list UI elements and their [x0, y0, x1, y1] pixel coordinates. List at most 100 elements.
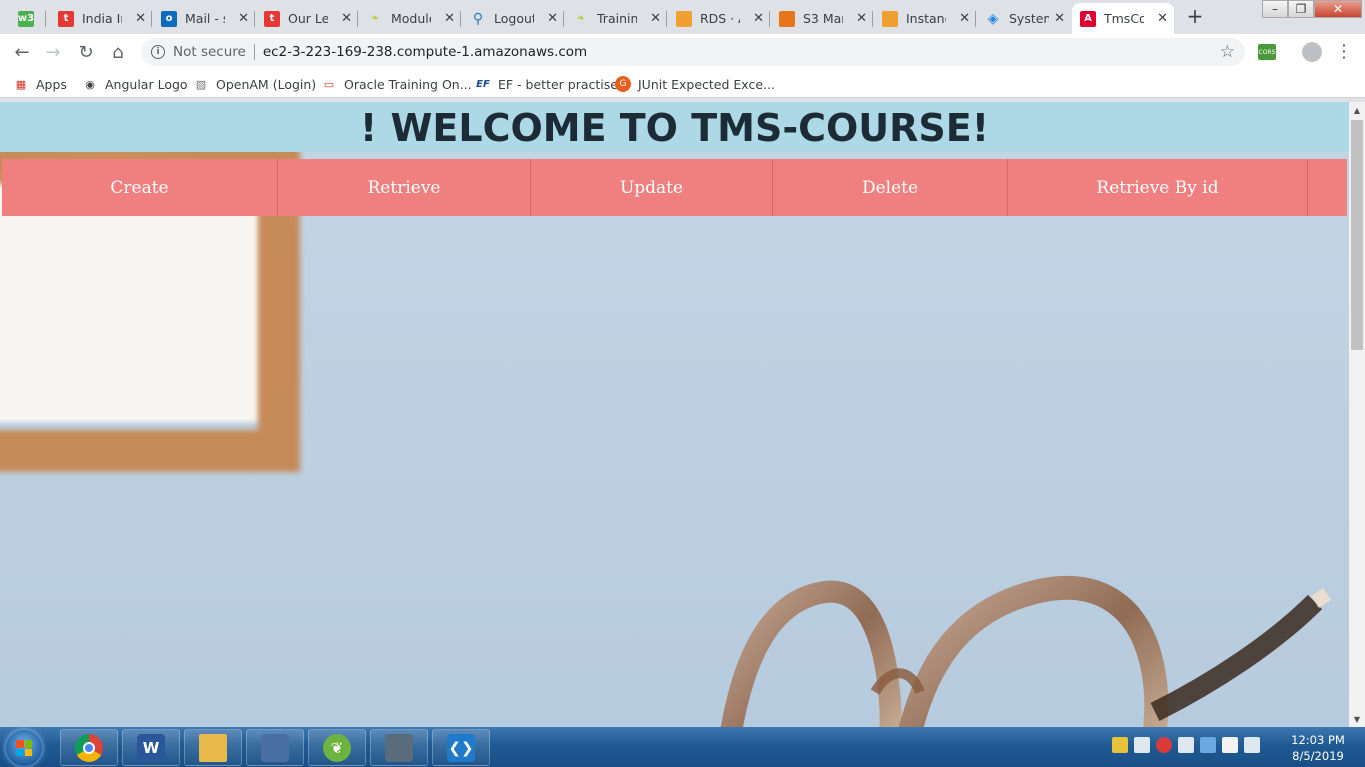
bookmark-star-icon[interactable]: ☆	[1220, 42, 1235, 62]
taskbar-vscode[interactable]: ❮❯	[432, 729, 490, 766]
tab-s3[interactable]: S3 Man ✕	[771, 3, 873, 34]
close-icon[interactable]: ✕	[753, 11, 764, 26]
tab-logout[interactable]: ⚲ Logout ✕	[462, 3, 564, 34]
network-tool-icon	[261, 733, 289, 762]
menu-create[interactable]: Create	[2, 159, 278, 216]
close-icon[interactable]: ✕	[856, 11, 867, 26]
menu-delete[interactable]: Delete	[773, 159, 1008, 216]
start-button[interactable]	[6, 730, 42, 766]
cors-extension-label: CORS	[1258, 48, 1276, 56]
taskbar-lock-tool[interactable]	[370, 729, 428, 766]
bookmark-junit[interactable]: G JUnit Expected Exce...	[615, 75, 775, 93]
close-window-button[interactable]: ✕	[1314, 0, 1362, 18]
tab-separator	[975, 11, 976, 27]
shield-icon[interactable]	[1112, 737, 1128, 753]
bookmark-oracle[interactable]: ▭ Oracle Training On...	[321, 75, 472, 93]
page-title: ! WELCOME TO TMS-COURSE!	[0, 102, 1349, 152]
home-button[interactable]: ⌂	[106, 40, 130, 64]
menu-retrieve-by-id[interactable]: Retrieve By id	[1008, 159, 1308, 216]
bookmark-apps[interactable]: ▦ Apps	[13, 75, 67, 93]
minimize-button[interactable]: –	[1262, 0, 1288, 18]
tab-instances[interactable]: Instanc ✕	[874, 3, 976, 34]
tab-separator	[563, 11, 564, 27]
more-menu-icon[interactable]: ⋮	[1335, 41, 1353, 62]
tab-our-le[interactable]: t Our Le ✕	[256, 3, 358, 34]
chrome-icon	[75, 733, 103, 762]
tab-separator	[357, 11, 358, 27]
reload-button[interactable]: ↻	[74, 40, 98, 64]
aws-cube-icon	[676, 10, 692, 27]
outlook-icon: o	[161, 10, 177, 27]
tab-system[interactable]: ◈ System ✕	[977, 3, 1071, 34]
menu-retrieve[interactable]: Retrieve	[278, 159, 531, 216]
scrollbar-thumb[interactable]	[1351, 120, 1363, 350]
taskbar-spring-tool-suite[interactable]: ❦	[308, 729, 366, 766]
windows-taskbar: W ❦ ❮❯ 12:03 PM 8/5/2019	[0, 727, 1365, 767]
tab-separator	[872, 11, 873, 27]
close-icon[interactable]: ✕	[238, 11, 249, 26]
tab-label: RDS · A	[700, 11, 740, 26]
remote-icon[interactable]	[1200, 737, 1216, 753]
windows-logo-icon	[16, 740, 32, 756]
volume-icon[interactable]	[1244, 737, 1260, 753]
taskbar-clock[interactable]: 12:03 PM 8/5/2019	[1284, 732, 1352, 764]
lock-tool-icon	[385, 733, 413, 762]
word-icon: W	[137, 733, 165, 762]
bookmark-label: Oracle Training On...	[344, 76, 472, 92]
t-favicon-icon: t	[58, 10, 74, 27]
vscode-icon: ❮❯	[447, 733, 475, 762]
forward-button[interactable]: →	[41, 40, 65, 64]
menu-spacer	[1308, 159, 1347, 216]
t-favicon-icon: t	[264, 10, 280, 27]
taskbar-network-tool[interactable]	[246, 729, 304, 766]
new-tab-button[interactable]: +	[1183, 6, 1207, 28]
tab-tmsco[interactable]: A TmsCo ✕	[1072, 3, 1174, 34]
url-text[interactable]: ec2-3-223-169-238.compute-1.amazonaws.co…	[263, 44, 587, 60]
tab-module[interactable]: ❧ Module ✕	[359, 3, 461, 34]
close-icon[interactable]: ✕	[547, 11, 558, 26]
tab-india-in[interactable]: t India In ✕	[50, 3, 152, 34]
tab-separator	[45, 11, 46, 27]
address-bar[interactable]: i Not secure ec2-3-223-169-238.compute-1…	[141, 38, 1245, 66]
maximize-button[interactable]: ❐	[1288, 0, 1314, 18]
display-icon[interactable]	[1178, 737, 1194, 753]
bookmark-angular-logo[interactable]: ◉ Angular Logo	[82, 75, 187, 93]
action-center-flag-icon[interactable]	[1222, 737, 1238, 753]
browser-toolbar: ← → ↻ ⌂ i Not secure ec2-3-223-169-238.c…	[0, 34, 1365, 70]
close-icon[interactable]: ✕	[444, 11, 455, 26]
security-indicator[interactable]: Not secure	[173, 44, 246, 60]
background-eyeglasses-image	[720, 575, 1331, 727]
close-icon[interactable]: ✕	[1054, 11, 1065, 26]
bookmark-ef[interactable]: EF EF - better practise	[475, 75, 618, 93]
antivirus-icon[interactable]	[1156, 737, 1172, 753]
close-icon[interactable]: ✕	[650, 11, 661, 26]
profile-avatar[interactable]	[1302, 42, 1322, 62]
scroll-down-arrow-icon[interactable]: ▼	[1349, 711, 1365, 727]
back-button[interactable]: ←	[10, 40, 34, 64]
bookmark-label: OpenAM (Login)	[216, 76, 317, 92]
close-icon[interactable]: ✕	[959, 11, 970, 26]
spring-tool-suite-icon: ❦	[323, 733, 351, 762]
cors-extension-icon[interactable]: CORS	[1258, 44, 1276, 60]
close-icon[interactable]: ✕	[1157, 11, 1168, 26]
close-icon[interactable]: ✕	[135, 11, 146, 26]
tab-w3schools[interactable]: w3	[10, 3, 46, 34]
menu-update[interactable]: Update	[531, 159, 773, 216]
taskbar-chrome[interactable]	[60, 729, 118, 766]
taskbar-file-explorer[interactable]	[184, 729, 242, 766]
page-viewport: ! WELCOME TO TMS-COURSE! Create Retrieve…	[0, 102, 1349, 727]
tab-rds[interactable]: RDS · A ✕	[668, 3, 770, 34]
info-icon[interactable]: i	[151, 45, 165, 59]
tab-label: Trainin	[597, 11, 637, 26]
scroll-up-arrow-icon[interactable]: ▲	[1349, 102, 1365, 118]
taskbar-word[interactable]: W	[122, 729, 180, 766]
tab-strip: w3 t India In ✕ o Mail - s ✕ t Our Le ✕ …	[0, 0, 1365, 34]
network-icon[interactable]	[1134, 737, 1150, 753]
divider	[253, 44, 255, 60]
close-icon[interactable]: ✕	[341, 11, 352, 26]
tab-mail[interactable]: o Mail - s ✕	[153, 3, 255, 34]
tab-label: Module	[391, 11, 431, 26]
tab-training[interactable]: ❧ Trainin ✕	[565, 3, 667, 34]
vertical-scrollbar[interactable]: ▲ ▼	[1349, 102, 1365, 727]
bookmark-openam[interactable]: ▧ OpenAM (Login)	[193, 75, 316, 93]
